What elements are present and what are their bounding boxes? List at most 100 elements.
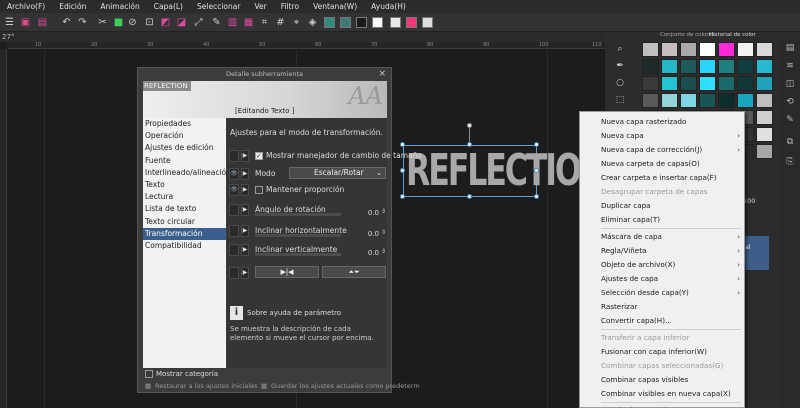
resize-handle-r[interactable]	[534, 168, 539, 173]
resize-handle-t[interactable]	[467, 142, 472, 147]
skew-v-value[interactable]: 0.0	[368, 249, 379, 257]
circle-tool-icon[interactable]: ○	[613, 76, 627, 90]
skew-h-slider[interactable]	[255, 234, 341, 237]
color-swatch[interactable]	[642, 42, 659, 57]
pink-swatch[interactable]	[406, 17, 417, 28]
transform-icon[interactable]: ⤢	[192, 16, 205, 29]
menu-animacion[interactable]: Animación	[93, 2, 146, 11]
eyedropper-icon[interactable]: ✒	[613, 59, 627, 73]
flip-horizontal-button[interactable]: ▶|◀	[255, 266, 319, 278]
white-swatch[interactable]	[372, 17, 383, 28]
black-swatch[interactable]	[356, 17, 367, 28]
search-icon[interactable]: ⌕	[613, 42, 627, 56]
color-swatch[interactable]	[680, 42, 697, 57]
grid-icon[interactable]: #	[274, 16, 287, 29]
expand-arrow-icon[interactable]: ▶	[241, 267, 249, 279]
adjust-icon[interactable]: ◫	[784, 78, 796, 90]
color-swatch[interactable]	[756, 144, 773, 159]
color-swatch[interactable]	[756, 93, 773, 108]
tab-color-set[interactable]: Conjunto de colores	[660, 32, 715, 38]
restore-icon[interactable]: ▦	[145, 382, 151, 390]
menu-archivo[interactable]: Archivo(F)	[0, 2, 52, 11]
resize-handle-l[interactable]	[400, 168, 405, 173]
layer-panel-icon[interactable]: ▤	[784, 42, 796, 54]
menu-ver[interactable]: Ver	[247, 2, 273, 11]
color-swatch[interactable]	[699, 59, 716, 74]
visibility-toggle-icon[interactable]	[229, 225, 239, 237]
expand-arrow-icon[interactable]: ▶	[241, 204, 249, 216]
visibility-toggle-icon[interactable]	[229, 244, 239, 256]
eye-icon[interactable]: 👁	[229, 168, 239, 180]
menu-ayuda[interactable]: Ayuda(H)	[364, 2, 413, 11]
context-menu-item[interactable]: Fusionar con capa inferior(W)	[580, 345, 744, 359]
context-menu-item[interactable]: Objeto de archivo(X) ›	[580, 258, 744, 272]
color-swatch[interactable]	[737, 76, 754, 91]
expand-arrow-icon[interactable]: ▶	[241, 150, 249, 162]
color-swatch[interactable]	[737, 42, 754, 57]
expand-arrow-icon[interactable]: ▶	[241, 168, 249, 180]
resize-handle-br[interactable]	[534, 194, 539, 199]
context-menu-item[interactable]: Duplicar capa	[580, 199, 744, 213]
color-swatch[interactable]	[661, 76, 678, 91]
context-menu-item[interactable]: Crear carpeta e insertar capa(F)	[580, 171, 744, 185]
color-swatch[interactable]	[642, 59, 659, 74]
expand-arrow-icon[interactable]: ▶	[241, 184, 249, 196]
color-swatch[interactable]	[737, 93, 754, 108]
keep-ratio-checkbox[interactable]	[255, 186, 263, 194]
context-menu-item[interactable]: Combinar capas visibles	[580, 373, 744, 387]
color-swatch[interactable]	[642, 93, 659, 108]
resize-handle-bl[interactable]	[400, 194, 405, 199]
category-compatibilidad[interactable]: Compatibilidad	[143, 240, 226, 252]
resize-handle-tl[interactable]	[400, 142, 405, 147]
spinner-icon[interactable]: ⇕	[381, 229, 386, 236]
context-menu-item[interactable]: Regla/Viñeta ›	[580, 244, 744, 258]
color-swatch[interactable]	[756, 76, 773, 91]
color-swatch[interactable]	[718, 59, 735, 74]
category-ajustes-edicion[interactable]: Ajustes de edición	[143, 142, 226, 154]
category-transformacion[interactable]: Transformación	[143, 227, 226, 240]
skew-h-value[interactable]: 0.0	[368, 230, 379, 238]
material-icon[interactable]: ⧉	[784, 136, 796, 148]
context-menu-item[interactable]: Selección desde capa(Y) ›	[580, 286, 744, 300]
context-menu-item[interactable]: Nueva capa de corrección(J) ›	[580, 143, 744, 157]
color-swatch[interactable]	[642, 76, 659, 91]
color-swatch[interactable]	[661, 93, 678, 108]
rect-select-icon[interactable]: ⬚	[613, 93, 627, 107]
undo-icon[interactable]: ↶	[60, 16, 73, 29]
show-category-option[interactable]: Mostrar categoría	[145, 370, 218, 378]
color-swatch[interactable]	[718, 93, 735, 108]
context-menu-item[interactable]: Nueva carpeta de capas(O)	[580, 157, 744, 171]
menu-edicion[interactable]: Edición	[52, 2, 93, 11]
menu-ventana[interactable]: Ventana(W)	[306, 2, 364, 11]
properties-icon[interactable]: ✎	[784, 114, 796, 126]
mode-select[interactable]: Escalar/Rotar ⌄	[289, 167, 386, 179]
new-icon[interactable]: ▤	[36, 16, 49, 29]
color-swatch[interactable]	[756, 42, 773, 57]
restore-defaults-button[interactable]: Restaurar a los ajustes iniciales	[155, 382, 258, 390]
menu-capa[interactable]: Capa(L)	[147, 2, 190, 11]
color-swatch[interactable]	[699, 76, 716, 91]
color-swatch[interactable]	[756, 110, 773, 125]
visibility-toggle-icon[interactable]	[229, 204, 239, 216]
save-defaults-icon[interactable]: ▦	[261, 382, 267, 390]
category-operacion[interactable]: Operación	[143, 130, 226, 142]
layer-icon[interactable]: ▦	[242, 16, 255, 29]
category-interlineado[interactable]: Interlineado/alineación	[143, 167, 231, 179]
color-swatch[interactable]	[680, 93, 697, 108]
clear-icon[interactable]: ✂	[96, 16, 109, 29]
color-swatch[interactable]	[699, 42, 716, 57]
category-texto-circular[interactable]: Texto circular	[143, 216, 226, 228]
color-swatch[interactable]	[756, 59, 773, 74]
menu-filtro[interactable]: Filtro	[274, 2, 306, 11]
deselect-icon[interactable]: ⊘	[126, 16, 139, 29]
expand-arrow-icon[interactable]: ▶	[241, 244, 249, 256]
category-texto[interactable]: Texto	[143, 179, 226, 191]
context-menu-item[interactable]: Nueva capa ›	[580, 129, 744, 143]
show-handle-checkbox[interactable]: ✓	[255, 152, 263, 160]
color-swatch[interactable]	[661, 59, 678, 74]
color-swatch[interactable]	[680, 76, 697, 91]
skew-v-slider[interactable]	[255, 253, 341, 256]
category-fuente[interactable]: Fuente	[143, 155, 226, 167]
folder-icon[interactable]: ⎘	[784, 156, 796, 168]
menu-seleccionar[interactable]: Seleccionar	[190, 2, 247, 11]
